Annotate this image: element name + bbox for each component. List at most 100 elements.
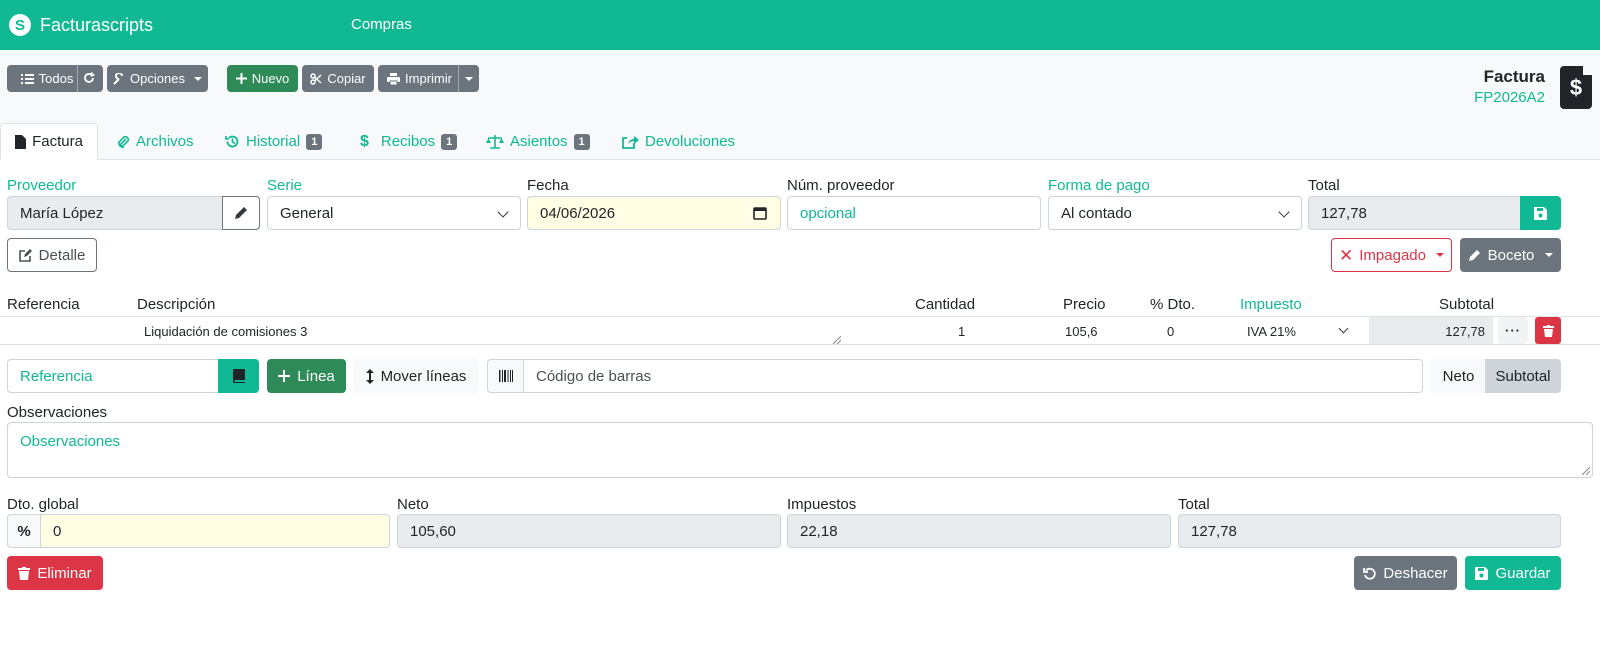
add-linea-button[interactable]: Línea [267,359,346,393]
guardar-button[interactable]: Guardar [1465,556,1561,590]
line-delete-button[interactable] [1535,317,1561,344]
line-precio[interactable]: 105,6 [1065,324,1098,339]
imprimir-caret-icon[interactable] [465,77,473,81]
todos-label: Todos [38,71,74,86]
tab-bar: Factura Archivos Historial 1 $ Recibos 1… [0,123,1600,160]
save-icon [1534,206,1547,220]
tab-devoluciones-label: Devoluciones [645,133,736,150]
nuevo-button[interactable]: Nuevo [227,65,298,92]
pencil-icon [235,207,247,219]
tab-factura[interactable]: Factura [0,123,98,160]
neto-toggle[interactable]: Neto [1431,359,1486,393]
recibos-count-badge: 1 [441,133,458,150]
brand[interactable]: S Facturascripts [9,14,153,36]
proveedor-label: Proveedor [7,177,77,194]
impuestos-value: 22,18 [800,522,838,540]
tab-asientos[interactable]: Asientos 1 [486,123,590,160]
scissors-icon [310,72,322,85]
balance-scale-icon [486,134,504,149]
line-subtotal: 127,78 [1445,324,1485,339]
detalle-label: Detalle [38,246,86,264]
total-label: Total [1178,496,1210,513]
impagado-label: Impagado [1359,246,1426,264]
refresh-icon[interactable] [83,72,95,84]
neto-value: 105,60 [410,522,456,540]
document-type: Factura [1483,67,1545,86]
subtotal-toggle[interactable]: Subtotal [1485,359,1561,393]
subtotal-toggle-label: Subtotal [1495,367,1551,385]
line-subtotal-field: 127,78 [1369,317,1493,344]
tab-historial[interactable]: Historial 1 [225,123,323,160]
ellipsis-icon: ··· [1505,323,1521,338]
opciones-button[interactable]: Opciones [107,65,208,92]
list-icon [20,73,34,84]
col-dto: % Dto. [1150,296,1196,313]
caret-down-icon [193,76,202,81]
tab-devoluciones[interactable]: Devoluciones [622,123,735,160]
paperclip-icon [118,135,130,148]
tab-archivos[interactable]: Archivos [116,123,194,160]
trash-icon [1542,324,1554,337]
deshacer-label: Deshacer [1383,564,1448,582]
tab-recibos[interactable]: $ Recibos 1 [360,123,458,160]
plus-icon [235,73,247,84]
imprimir-button[interactable]: Imprimir [378,65,479,92]
boceto-button[interactable]: Boceto [1460,238,1561,272]
product-catalog-button[interactable] [218,359,259,393]
col-precio: Precio [1063,296,1106,313]
todos-button[interactable]: Todos [7,65,103,92]
serie-select[interactable]: General [267,196,521,230]
observaciones-textarea[interactable]: Observaciones [7,422,1593,478]
document-heading: Factura FP2026A2 [1474,67,1545,106]
barcode-input[interactable]: Código de barras [523,359,1423,393]
tab-asientos-label: Asientos [510,133,568,150]
arrows-vertical-icon [365,368,374,384]
deshacer-button[interactable]: Deshacer [1354,556,1457,590]
historial-count-badge: 1 [306,133,323,150]
line-more-button[interactable]: ··· [1498,317,1528,344]
total-field: 127,78 [1178,514,1561,548]
forma-pago-select[interactable]: Al contado [1048,196,1302,230]
num-proveedor-input[interactable]: opcional [787,196,1041,230]
impagado-button[interactable]: ✕ Impagado [1331,238,1452,272]
line-dto[interactable]: 0 [1167,324,1174,339]
impuestos-field: 22,18 [787,514,1171,548]
resize-handle-icon[interactable] [1582,467,1590,475]
plus-icon [278,370,291,382]
fecha-input[interactable]: 04/06/2026 [527,196,781,230]
observaciones-placeholder: Observaciones [20,433,121,450]
mover-lineas-button[interactable]: Mover líneas [353,359,479,393]
col-impuesto: Impuesto [1240,296,1302,313]
dto-global-input[interactable]: 0 [40,514,390,548]
tab-archivos-label: Archivos [136,133,194,150]
pencil-icon [1468,249,1480,261]
line-impuesto[interactable]: IVA 21% [1247,324,1296,339]
line-descripcion[interactable]: Liquidación de comisiones 3 [144,324,307,339]
referencia-input[interactable]: Referencia [7,359,219,393]
calendar-icon[interactable] [753,206,767,220]
brand-logo-icon: S [9,14,31,36]
save-total-button[interactable] [1520,196,1561,230]
eliminar-label: Eliminar [37,564,92,582]
chevron-down-icon [497,206,509,218]
top-navbar: S Facturascripts Compras [0,0,1600,50]
forma-pago-value: Al contado [1061,204,1132,222]
serie-label: Serie [267,177,303,194]
chevron-down-icon[interactable] [1338,323,1349,334]
menu-compras[interactable]: Compras [351,16,412,33]
document-code: FP2026A2 [1474,89,1545,106]
eliminar-button[interactable]: Eliminar [7,556,103,590]
forma-pago-label: Forma de pago [1048,177,1150,194]
boceto-label: Boceto [1487,246,1535,264]
wrench-icon [113,72,124,85]
line-cantidad[interactable]: 1 [958,324,965,339]
tab-recibos-label: Recibos [380,133,436,150]
proveedor-field[interactable]: María López [7,196,223,230]
total-header-field: 127,78 [1308,196,1521,230]
detalle-button[interactable]: Detalle [7,238,97,272]
resize-handle-icon[interactable] [833,336,841,344]
copiar-button[interactable]: Copiar [302,65,374,92]
opciones-label: Opciones [130,71,185,86]
edit-proveedor-button[interactable] [222,196,260,230]
total-header-label: Total [1308,177,1340,194]
